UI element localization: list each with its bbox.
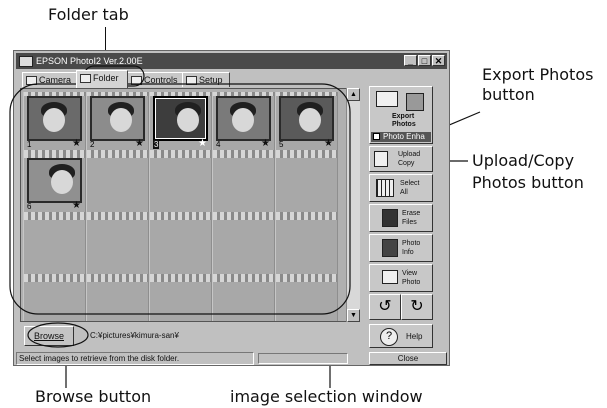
callout-outlines — [9, 65, 351, 348]
tab-folder[interactable]: Folder — [76, 70, 128, 88]
folder-icon — [80, 74, 91, 84]
tab-folder-label: Folder — [93, 73, 119, 83]
